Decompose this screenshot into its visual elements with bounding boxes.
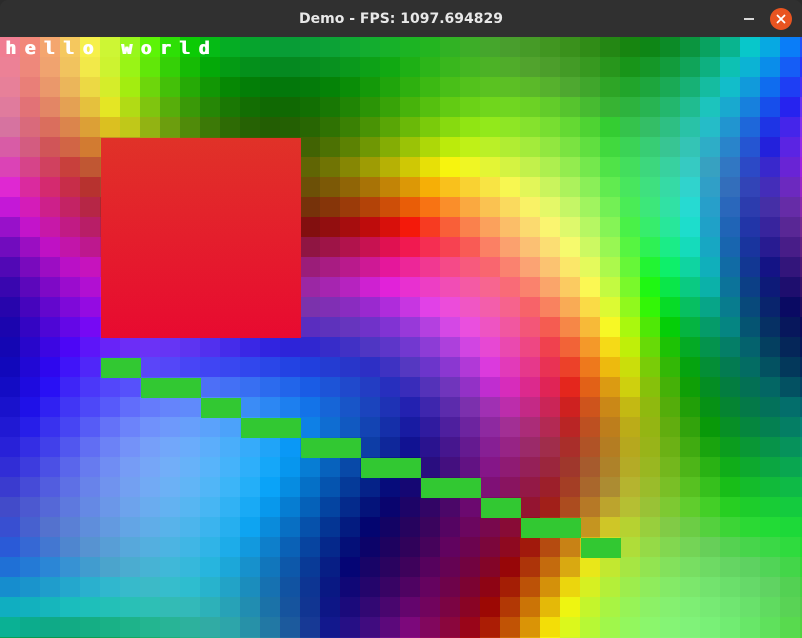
hud-text: hello world <box>5 38 218 59</box>
minimize-button[interactable] <box>738 8 760 30</box>
title-bar[interactable]: Demo - FPS: 1097.694829 <box>0 0 802 37</box>
close-button[interactable] <box>770 8 792 30</box>
pixel-gradient-canvas <box>0 37 802 638</box>
render-viewport[interactable]: hello world <box>0 37 802 638</box>
window-title: Demo - FPS: 1097.694829 <box>299 11 503 27</box>
close-icon <box>776 14 786 24</box>
minimize-icon <box>744 18 754 20</box>
app-window: Demo - FPS: 1097.694829 hello world <box>0 0 802 638</box>
